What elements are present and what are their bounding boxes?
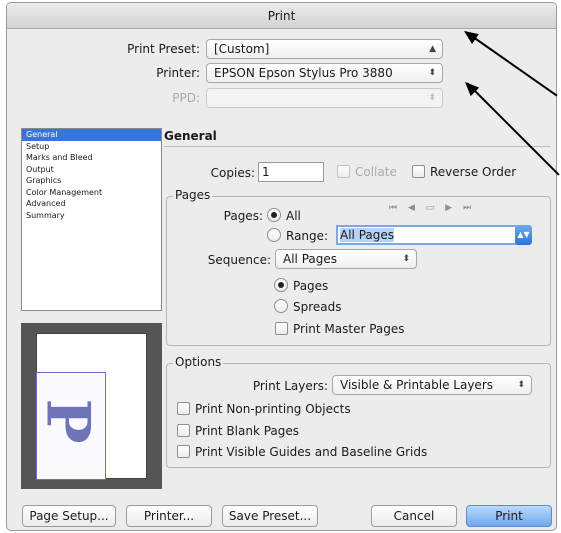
print-layers-value: Visible & Printable Layers [340,378,493,392]
pages-group-title: Pages [173,188,213,202]
print-preset-label: Print Preset: [127,42,200,56]
popup-arrows-icon: ⬍ [402,254,410,264]
range-combo-button[interactable]: ▲▼ [515,225,532,245]
title-bar: Print [7,3,556,29]
pages-radio-label: Pages [293,279,329,293]
sidebar-item-advanced[interactable]: Advanced [22,198,161,210]
print-layers-popup[interactable]: Visible & Printable Layers ⬍ [332,375,532,395]
window-title: Print [267,9,296,23]
print-non-printing-checkbox[interactable] [177,402,190,415]
sidebar-item-setup[interactable]: Setup [22,141,161,153]
reverse-order-checkbox[interactable] [412,165,425,178]
print-preset-value: [Custom] [214,42,270,56]
printer-button[interactable]: Printer... [126,505,212,527]
popup-arrows-icon: ⬍ [517,380,525,390]
print-guides-label: Print Visible Guides and Baseline Grids [195,445,428,459]
sidebar-item-graphics[interactable]: Graphics [22,175,161,187]
all-pages-label: All [286,209,301,223]
print-master-pages-label: Print Master Pages [293,322,405,336]
page-navigation: ⏮ ◀ ▭ ▶ ⏭ [389,203,475,213]
print-button[interactable]: Print [466,505,552,527]
print-dialog: Print Print Preset: [Custom] ▲ Printer: … [6,2,557,531]
spread-icon[interactable]: ▭ [426,203,439,213]
print-guides-checkbox[interactable] [177,445,190,458]
preview-bleed-area: P [32,372,106,480]
print-blank-pages-label: Print Blank Pages [195,424,300,438]
pages-radio[interactable] [274,278,288,292]
popup-arrows-icon: ▲ [429,44,436,54]
page-preview[interactable]: P [21,323,162,489]
copies-label: Copies: [210,166,255,180]
sequence-label: Sequence: [207,253,271,267]
range-input[interactable]: All Pages [336,225,530,245]
last-page-icon[interactable]: ⏭ [463,203,475,213]
section-divider [164,146,551,147]
next-page-icon[interactable]: ▶ [445,203,456,213]
preview-page: P [32,333,147,480]
printer-label: Printer: [156,66,200,80]
popup-arrows-icon: ⬍ [428,93,436,103]
print-master-pages-checkbox[interactable] [275,322,288,335]
sequence-value: All Pages [283,252,337,266]
cancel-button[interactable]: Cancel [371,505,457,527]
print-preset-popup[interactable]: [Custom] ▲ [206,39,443,59]
options-group-title: Options [173,355,224,369]
sidebar-item-output[interactable]: Output [22,164,161,176]
first-page-icon[interactable]: ⏮ [389,203,401,213]
collate-label: Collate [355,165,397,179]
spreads-radio-label: Spreads [293,300,342,314]
ppd-popup: ⬍ [206,88,443,108]
ppd-label: PPD: [172,91,200,105]
sidebar-item-marks-and-bleed[interactable]: Marks and Bleed [22,152,161,164]
range-value: All Pages [340,228,394,242]
page-setup-button[interactable]: Page Setup... [22,505,116,527]
previous-page-icon[interactable]: ◀ [408,203,419,213]
all-pages-radio[interactable] [267,208,281,222]
pages-label: Pages: [223,209,263,223]
print-blank-pages-checkbox[interactable] [177,424,190,437]
range-label: Range: [286,229,329,243]
popup-arrows-icon: ⬍ [428,68,436,78]
range-radio[interactable] [267,228,281,242]
preview-glyph: P [32,398,103,444]
printer-popup[interactable]: EPSON Epson Stylus Pro 3880 ⬍ [206,63,443,83]
print-layers-label: Print Layers: [252,379,328,393]
spreads-radio[interactable] [274,299,288,313]
print-non-printing-label: Print Non-printing Objects [195,402,351,416]
printer-value: EPSON Epson Stylus Pro 3880 [214,66,393,80]
section-title-general: General [164,129,217,143]
save-preset-button[interactable]: Save Preset... [222,505,318,527]
sidebar-item-summary[interactable]: Summary [22,210,161,222]
popup-arrows-icon: ▲▼ [517,230,530,239]
collate-checkbox [337,165,350,178]
category-list[interactable]: General Setup Marks and Bleed Output Gra… [21,128,162,311]
copies-input[interactable]: 1 [258,162,324,182]
sidebar-item-general[interactable]: General [22,129,161,141]
reverse-order-label: Reverse Order [430,165,517,179]
sidebar-item-color-management[interactable]: Color Management [22,187,161,199]
sequence-popup[interactable]: All Pages ⬍ [275,249,417,269]
